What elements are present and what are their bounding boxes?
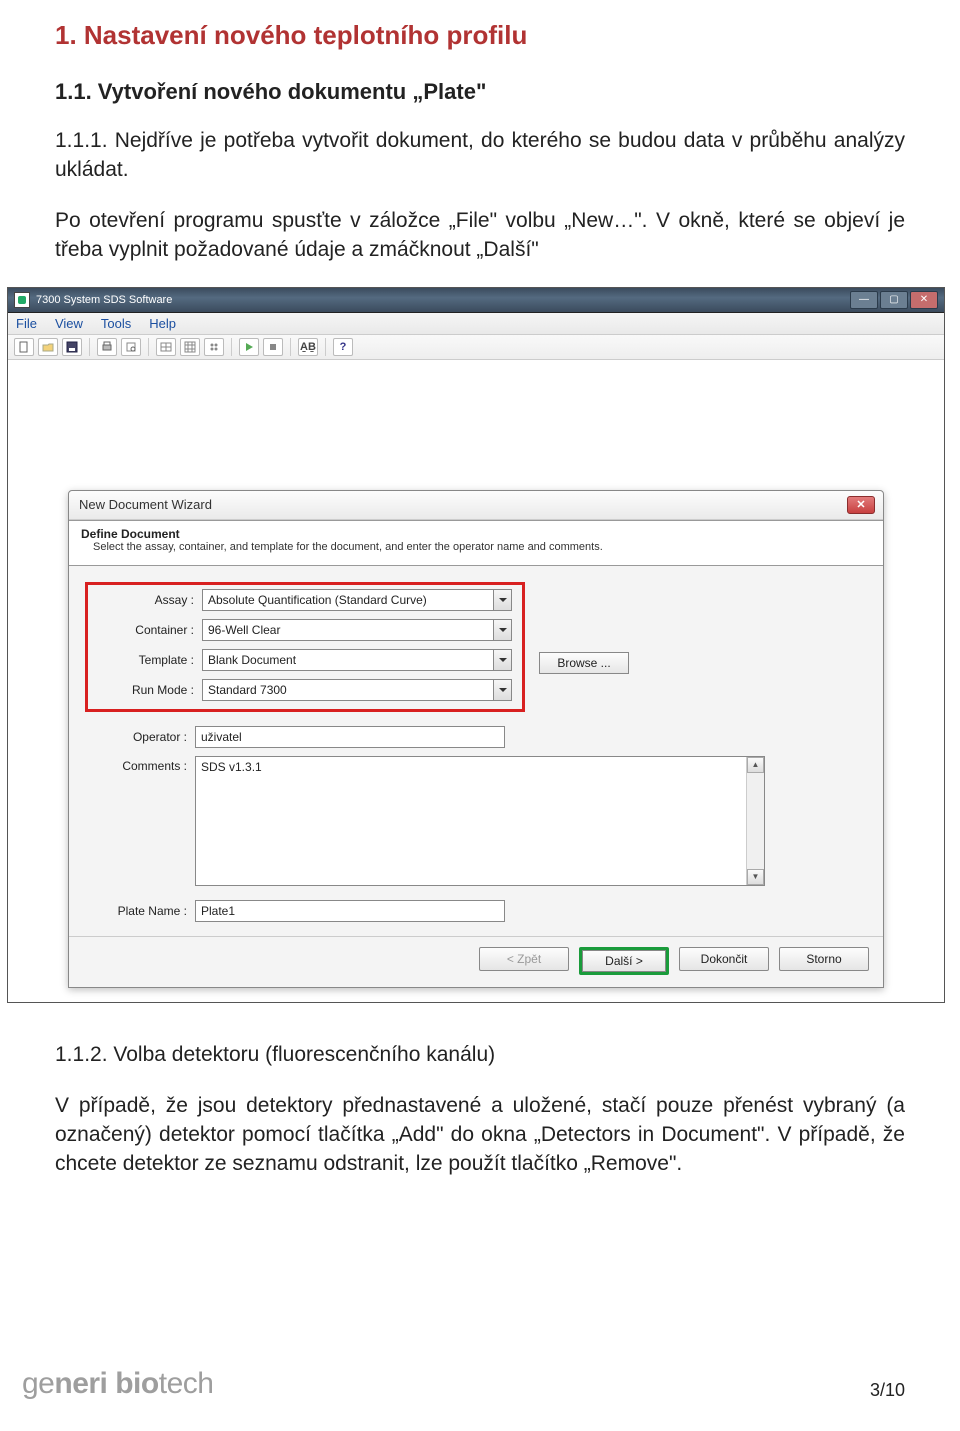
comments-textarea[interactable]: SDS v1.3.1 ▲ ▼ <box>195 756 765 886</box>
highlighted-fields-red: Assay : Absolute Quantification (Standar… <box>85 582 525 712</box>
section-heading-1: 1. Nastavení nového teplotního profilu <box>55 20 905 51</box>
section-heading-1-1-2: 1.1.2. Volba detektoru (fluorescenčního … <box>55 1041 905 1070</box>
play-icon[interactable] <box>239 338 259 356</box>
toolbar: A̱Ḇ ? <box>8 335 944 360</box>
toolbar-divider <box>290 338 291 356</box>
paragraph-1-1-2: V případě, že jsou detektory přednastave… <box>55 1092 905 1179</box>
operator-input[interactable]: uživatel <box>195 726 505 748</box>
print-icon[interactable] <box>97 338 117 356</box>
chevron-down-icon[interactable] <box>493 620 511 640</box>
container-value: 96-Well Clear <box>208 623 280 637</box>
platename-label: Plate Name : <box>85 904 195 918</box>
wizard-title: New Document Wizard <box>79 497 212 512</box>
page-number: 3/10 <box>870 1380 905 1401</box>
platename-value: Plate1 <box>201 904 235 918</box>
menubar: File View Tools Help <box>8 313 944 335</box>
app-title: 7300 System SDS Software <box>36 294 172 306</box>
assay-combo[interactable]: Absolute Quantification (Standard Curve) <box>202 589 512 611</box>
results-grid-icon[interactable] <box>180 338 200 356</box>
container-combo[interactable]: 96-Well Clear <box>202 619 512 641</box>
toolbar-divider <box>148 338 149 356</box>
wizard-header: Define Document Select the assay, contai… <box>69 520 883 566</box>
template-value: Blank Document <box>208 653 296 667</box>
next-button[interactable]: Další > <box>582 950 666 972</box>
app-icon <box>14 292 30 308</box>
chevron-down-icon[interactable] <box>493 590 511 610</box>
menu-file[interactable]: File <box>16 316 37 331</box>
wizard-header-title: Define Document <box>81 527 871 541</box>
text-icon[interactable]: A̱Ḇ <box>298 338 318 356</box>
assay-label: Assay : <box>92 593 202 607</box>
runmode-combo[interactable]: Standard 7300 <box>202 679 512 701</box>
minimize-button[interactable]: — <box>850 291 878 309</box>
stop-icon[interactable] <box>263 338 283 356</box>
toolbar-divider <box>89 338 90 356</box>
toolbar-divider <box>325 338 326 356</box>
new-doc-icon[interactable] <box>14 338 34 356</box>
close-button[interactable]: ✕ <box>910 291 938 309</box>
new-document-wizard: New Document Wizard ✕ Define Document Se… <box>68 490 884 988</box>
runmode-label: Run Mode : <box>92 683 202 697</box>
maximize-button[interactable]: ▢ <box>880 291 908 309</box>
scroll-down-icon[interactable]: ▼ <box>747 869 764 885</box>
wizard-header-subtitle: Select the assay, container, and templat… <box>93 541 653 555</box>
container-label: Container : <box>92 623 202 637</box>
operator-value: uživatel <box>201 730 242 744</box>
assay-value: Absolute Quantification (Standard Curve) <box>208 593 427 607</box>
section-heading-1-1: 1.1. Vytvoření nového dokumentu „Plate" <box>55 79 905 105</box>
comments-label: Comments : <box>85 756 195 773</box>
open-icon[interactable] <box>38 338 58 356</box>
browse-button[interactable]: Browse ... <box>539 652 629 674</box>
back-button: < Zpět <box>479 947 569 971</box>
runmode-value: Standard 7300 <box>208 683 287 697</box>
wizard-close-button[interactable]: ✕ <box>847 496 875 514</box>
operator-label: Operator : <box>85 730 195 744</box>
toolbar-divider <box>231 338 232 356</box>
paragraph-1-1-1: 1.1.1. Nejdříve je potřeba vytvořit doku… <box>55 127 905 185</box>
menu-tools[interactable]: Tools <box>101 316 131 331</box>
comments-value: SDS v1.3.1 <box>201 760 262 774</box>
save-icon[interactable] <box>62 338 82 356</box>
wells-icon[interactable] <box>204 338 224 356</box>
plate-layout-icon[interactable] <box>156 338 176 356</box>
menu-view[interactable]: View <box>55 316 83 331</box>
platename-input[interactable]: Plate1 <box>195 900 505 922</box>
scroll-up-icon[interactable]: ▲ <box>747 757 764 773</box>
template-label: Template : <box>92 653 202 667</box>
paragraph-open-file: Po otevření programu spusťte v záložce „… <box>55 207 905 265</box>
finish-button[interactable]: Dokončit <box>679 947 769 971</box>
help-icon[interactable]: ? <box>333 338 353 356</box>
scrollbar[interactable]: ▲ ▼ <box>746 757 764 885</box>
app-window: 7300 System SDS Software — ▢ ✕ File View… <box>7 287 945 1003</box>
chevron-down-icon[interactable] <box>493 680 511 700</box>
print-preview-icon[interactable] <box>121 338 141 356</box>
next-button-highlight: Další > <box>579 947 669 975</box>
template-combo[interactable]: Blank Document <box>202 649 512 671</box>
cancel-button[interactable]: Storno <box>779 947 869 971</box>
menu-help[interactable]: Help <box>149 316 176 331</box>
chevron-down-icon[interactable] <box>493 650 511 670</box>
brand-logo: generi biotech <box>22 1367 213 1401</box>
app-titlebar: 7300 System SDS Software — ▢ ✕ <box>8 288 944 313</box>
app-body <box>8 360 944 490</box>
